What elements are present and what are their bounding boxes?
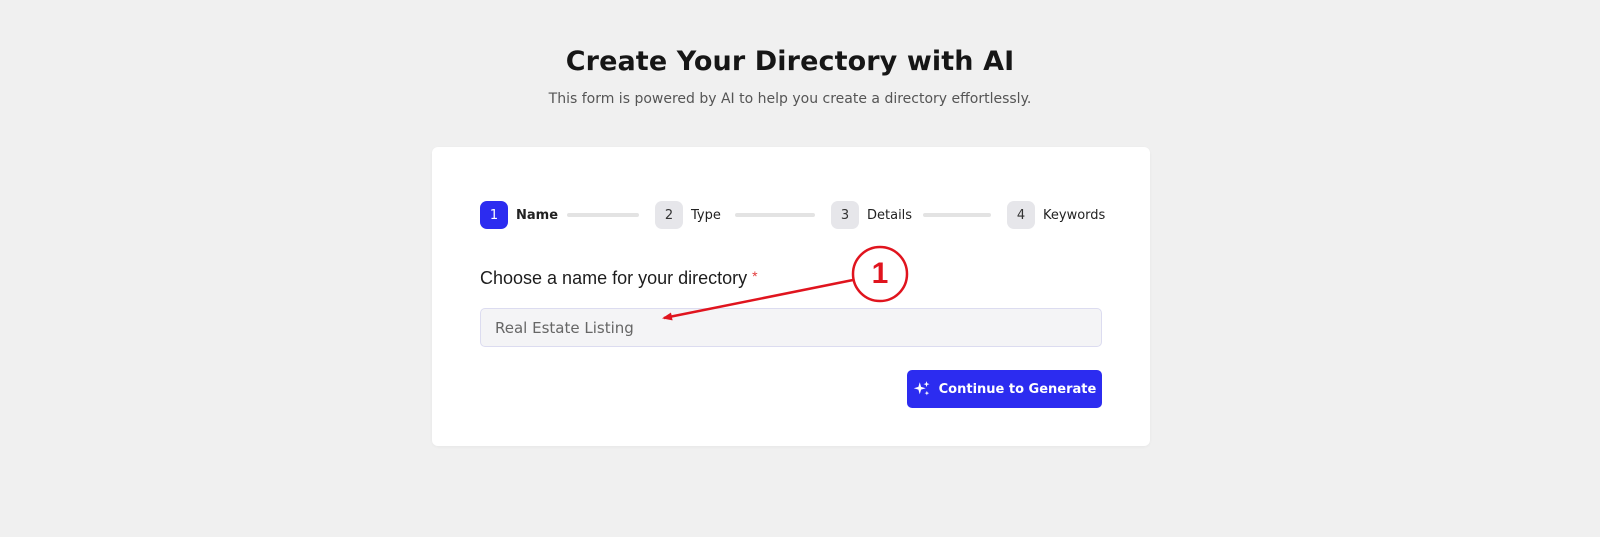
step-connector <box>567 213 639 217</box>
required-marker: * <box>752 268 758 284</box>
step-number: 1 <box>480 201 508 229</box>
step-connector <box>923 213 991 217</box>
stepper: 1 Name 2 Type 3 Details 4 Keywords <box>480 201 1105 229</box>
step-number: 3 <box>831 201 859 229</box>
step-number: 2 <box>655 201 683 229</box>
directory-name-label: Choose a name for your directory * <box>480 268 758 289</box>
directory-name-input[interactable] <box>480 308 1102 347</box>
annotation-step-number: 1 <box>871 257 889 290</box>
step-label: Name <box>516 207 559 223</box>
sparkles-icon <box>913 380 931 398</box>
step-connector <box>735 213 815 217</box>
form-card: 1 Name 2 Type 3 Details 4 Keywords Choos… <box>432 147 1150 446</box>
step-label: Keywords <box>1043 207 1106 223</box>
page-subtitle: This form is powered by AI to help you c… <box>548 91 1032 107</box>
step-details[interactable]: 3 Details <box>831 201 912 229</box>
step-label: Type <box>691 207 721 223</box>
page-title: Create Your Directory with AI <box>565 46 1015 77</box>
step-label: Details <box>867 207 913 223</box>
continue-to-generate-button[interactable]: Continue to Generate <box>907 370 1102 408</box>
step-number: 4 <box>1007 201 1035 229</box>
directory-name-label-text: Choose a name for your directory <box>480 268 748 288</box>
step-name[interactable]: 1 Name <box>480 201 558 229</box>
step-type[interactable]: 2 Type <box>655 201 721 229</box>
step-keywords[interactable]: 4 Keywords <box>1007 201 1105 229</box>
continue-button-label: Continue to Generate <box>938 381 1097 397</box>
